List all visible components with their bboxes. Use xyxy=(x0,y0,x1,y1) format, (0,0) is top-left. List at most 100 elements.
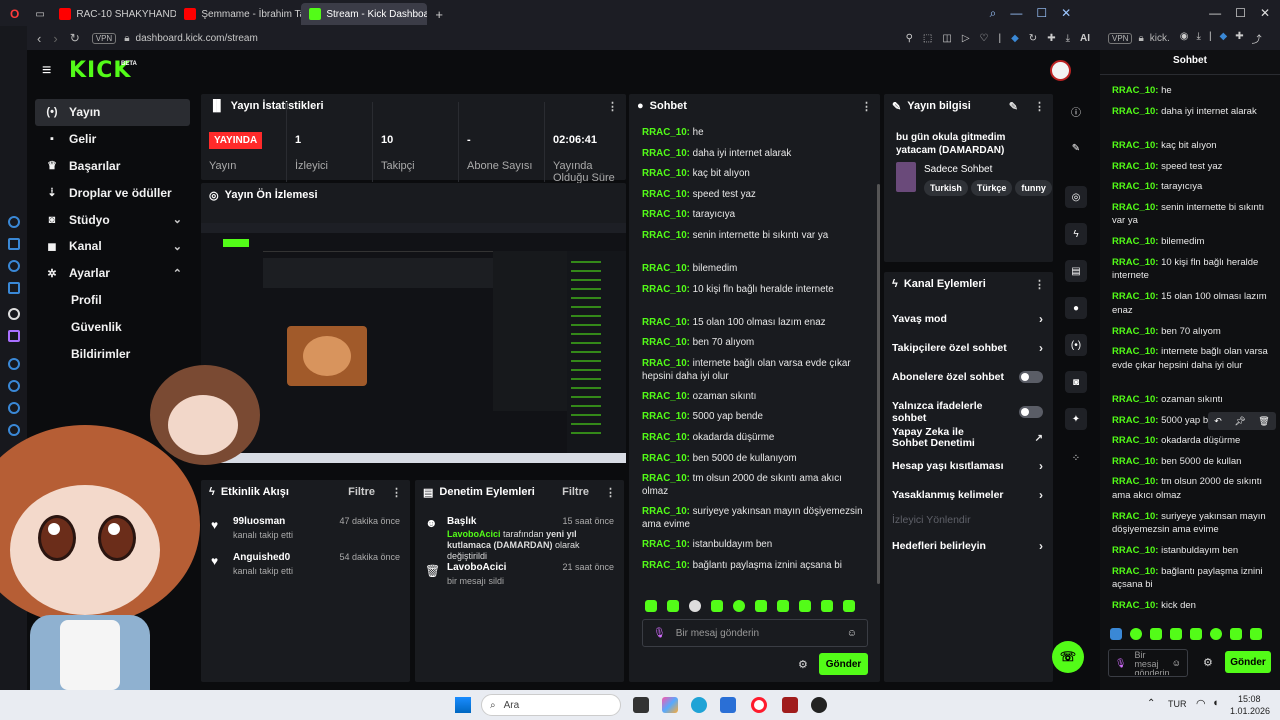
emote-icon[interactable] xyxy=(843,600,855,612)
chat-username[interactable]: RRAC_10: xyxy=(1112,257,1158,268)
popout-chat-message[interactable]: RRAC_10: suriyeye yakınsan mayın döşiyem… xyxy=(1112,510,1270,537)
document-toggle-icon[interactable]: ▤ xyxy=(1065,260,1087,282)
emote-icon[interactable] xyxy=(1230,628,1242,640)
sidebar-item-studyo[interactable]: ◙ Stüdyo ⌄ xyxy=(35,206,190,233)
chat-message[interactable]: RRAC_10: tm olsun 2000 de sıkıntı ama ak… xyxy=(642,472,870,498)
popout-chat-message[interactable]: RRAC_10: senin internette bi sıkıntı var… xyxy=(1112,201,1270,228)
user-avatar[interactable] xyxy=(1050,60,1071,81)
microphone-icon[interactable]: 🎙︎ xyxy=(653,628,666,639)
messenger-icon[interactable] xyxy=(7,216,20,228)
emoji-icon[interactable]: ☺ xyxy=(1172,658,1181,668)
chat-username[interactable]: RRAC_10: xyxy=(642,473,690,484)
sidebar-item-kanal[interactable]: ◼ Kanal ⌄ xyxy=(35,233,190,260)
tab-toggle-icon[interactable]: ▭ xyxy=(29,3,51,25)
more-options-icon[interactable]: ⋮ xyxy=(1034,278,1045,291)
windows-start-icon[interactable] xyxy=(455,697,471,713)
popout-chat-message[interactable]: RRAC_10: bağlantı paylaşma iznini açsana… xyxy=(1112,565,1270,592)
new-tab-button[interactable]: + xyxy=(427,3,451,25)
chat-username[interactable]: RRAC_10: xyxy=(642,209,690,220)
vpn-badge[interactable]: VPN xyxy=(91,32,117,44)
action-banned-words[interactable]: Yasaklanmış kelimeler › xyxy=(892,488,1043,502)
clock-time[interactable]: 15:08 xyxy=(1238,694,1261,704)
opera-menu-icon[interactable]: O xyxy=(0,3,29,25)
play-icon[interactable]: ▷ xyxy=(962,33,970,44)
chat-message[interactable]: RRAC_10: kaç bit alıyon xyxy=(642,167,870,180)
chat-username[interactable]: RRAC_10: xyxy=(642,411,690,422)
emote-icon[interactable] xyxy=(1250,628,1262,640)
popout-chat-message[interactable]: RRAC_10: bilemedim xyxy=(1112,235,1270,249)
popout-chat-message[interactable]: RRAC_10: speed test yaz xyxy=(1112,160,1270,174)
action-ai-moderation[interactable]: Yapay Zeka ile Sohbet Denetimi ↗ xyxy=(892,427,1043,449)
emote-icon[interactable] xyxy=(667,600,679,612)
chat-username[interactable]: RRAC_10: xyxy=(642,358,690,369)
chat-username[interactable]: RRAC_10: xyxy=(1112,545,1158,556)
chat-username[interactable]: RRAC_10: xyxy=(1112,435,1158,446)
chat-username[interactable]: RRAC_10: xyxy=(642,127,690,138)
reload-icon[interactable]: ↻ xyxy=(70,31,80,45)
chat-username[interactable]: RRAC_10: xyxy=(1112,106,1158,117)
emote-icon[interactable] xyxy=(689,600,701,612)
vpn-badge[interactable]: VPN xyxy=(1108,32,1133,44)
minimize-icon[interactable]: — xyxy=(1010,6,1022,21)
emote-icon[interactable] xyxy=(1170,628,1182,640)
snapshot-icon[interactable]: ⬚ xyxy=(923,33,932,44)
sidebar-subitem-guvenlik[interactable]: Güvenlik xyxy=(35,313,197,340)
microphone-icon[interactable]: 🎙︎ xyxy=(1115,658,1126,668)
action-followers-only[interactable]: Takipçilere özel sohbet › xyxy=(892,341,1043,355)
popout-chat-input[interactable]: 🎙︎ Bir mesaj gönderin ☺ xyxy=(1108,649,1188,677)
popout-chat-message[interactable]: RRAC_10: ben 5000 de kullan xyxy=(1112,455,1270,469)
chat-settings-icon[interactable]: ⚙ xyxy=(798,658,808,671)
forward-icon[interactable]: › xyxy=(53,31,57,46)
emote-icon[interactable] xyxy=(645,600,657,612)
chat-username[interactable]: RRAC_10: xyxy=(642,168,690,179)
chat-username[interactable]: RRAC_10: xyxy=(1112,202,1158,213)
chat-message[interactable]: RRAC_10: tarayıcıya xyxy=(642,208,870,221)
popout-chat-message[interactable]: RRAC_10: internete bağlı olan varsa evde… xyxy=(1112,345,1270,372)
ai-button[interactable]: AI xyxy=(1080,33,1090,44)
more-options-icon[interactable]: ⋮ xyxy=(1034,100,1045,113)
chat-username[interactable]: RRAC_10: xyxy=(1112,236,1158,247)
undo-icon[interactable]: ↶ xyxy=(1214,416,1222,427)
chat-username[interactable]: RRAC_10: xyxy=(642,391,690,402)
tag[interactable]: Türkçe xyxy=(970,180,1013,196)
pin-icon[interactable]: ⚲ xyxy=(906,33,913,44)
clock-date[interactable]: 1.01.2026 xyxy=(1230,706,1270,716)
chat-username[interactable]: RRAC_10: xyxy=(1112,181,1158,192)
tag[interactable]: funny xyxy=(1015,180,1052,196)
action-account-age[interactable]: Hesap yaşı kısıtlaması › xyxy=(892,459,1043,473)
chat-username[interactable]: RRAC_10: xyxy=(1112,511,1158,522)
chat-username[interactable]: RRAC_10: xyxy=(642,453,690,464)
more-options-icon[interactable]: ⋮ xyxy=(391,486,402,499)
emote-icon[interactable] xyxy=(1110,628,1122,640)
popout-chat-message[interactable]: RRAC_10: istanbuldayım ben xyxy=(1112,544,1270,558)
emoji-icon[interactable]: ☺ xyxy=(847,628,857,639)
heart-icon[interactable]: ♡ xyxy=(980,33,989,44)
chat-message[interactable]: RRAC_10: speed test yaz xyxy=(642,188,870,201)
chat-username[interactable]: RRAC_10: xyxy=(1112,291,1158,302)
chat-username[interactable]: RRAC_10: xyxy=(642,317,690,328)
chat-username[interactable]: RRAC_10: xyxy=(1112,566,1158,577)
preview-toggle-icon[interactable]: ◎ xyxy=(1065,186,1087,208)
chat-username[interactable]: RRAC_10: xyxy=(1112,140,1158,151)
chat-username[interactable]: RRAC_10: xyxy=(642,506,690,517)
shield-icon[interactable]: ◉ xyxy=(1180,31,1189,46)
close-icon[interactable]: ✕ xyxy=(1061,6,1071,21)
chat-username[interactable]: RRAC_10: xyxy=(1112,85,1158,96)
maximize-icon[interactable]: ☐ xyxy=(1036,6,1047,21)
back-icon[interactable]: ‹ xyxy=(37,31,41,46)
chat-username[interactable]: RRAC_10: xyxy=(1112,415,1158,426)
filter-button[interactable]: Filtre xyxy=(348,486,375,498)
toggle-switch[interactable] xyxy=(1019,371,1043,383)
url-field[interactable]: dashboard.kick.com/stream xyxy=(136,33,258,44)
chat-message[interactable]: RRAC_10: he xyxy=(642,126,870,139)
chatgpt-icon[interactable] xyxy=(7,308,20,320)
chat-username[interactable]: RRAC_10: xyxy=(1112,161,1158,172)
popout-chat-message[interactable]: RRAC_10: chat a bağlantı paylaşma iznini… xyxy=(1112,620,1270,621)
studio-toggle-icon[interactable]: ◙ xyxy=(1065,371,1087,393)
tab-kick-dashboard[interactable]: Stream - Kick Dashboard xyxy=(301,3,428,25)
popout-chat-message[interactable]: RRAC_10: okadarda düşürme xyxy=(1112,434,1270,448)
emote-icon[interactable] xyxy=(755,600,767,612)
delete-icon[interactable]: 🗑︎ xyxy=(1258,416,1269,427)
popout-chat-message[interactable]: RRAC_10: 10 kişi fln bağlı heralde inter… xyxy=(1112,256,1270,283)
chat-message[interactable]: RRAC_10: bağlantı paylaşma iznini açsana… xyxy=(642,559,870,572)
